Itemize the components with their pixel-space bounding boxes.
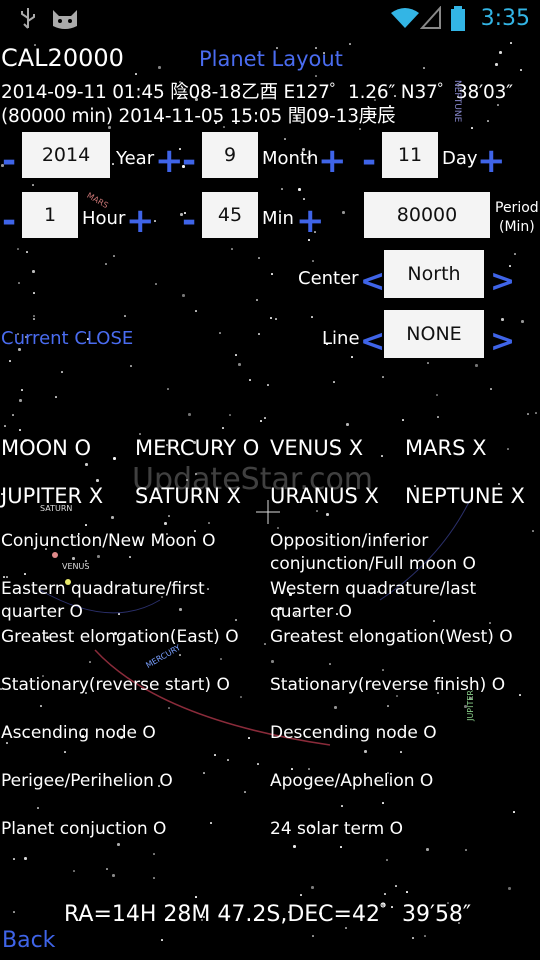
event-toggle-stationary-finish[interactable]: Stationary(reverse finish) O bbox=[270, 674, 532, 697]
event-toggle-apogee[interactable]: Apogee/Aphelion O bbox=[270, 770, 532, 793]
event-toggle-western-quadrature[interactable]: Western quadrature/last quarter O bbox=[270, 578, 532, 624]
signal-icon bbox=[420, 6, 441, 29]
wifi-icon bbox=[391, 8, 419, 28]
min-plus-button[interactable]: + bbox=[296, 204, 325, 238]
min-minus-button[interactable]: - bbox=[182, 204, 196, 238]
hour-label: Hour bbox=[82, 208, 126, 229]
planet-toggle-jupiter[interactable]: JUPITER X bbox=[1, 484, 103, 508]
center-value[interactable]: North bbox=[384, 250, 484, 298]
period-unit-label: (Min) bbox=[499, 219, 535, 235]
event-toggle-opposition[interactable]: Opposition/inferior conjunction/Full moo… bbox=[270, 530, 532, 576]
min-label: Min bbox=[262, 208, 294, 229]
year-field[interactable]: 2014 bbox=[22, 132, 110, 178]
day-label: Day bbox=[442, 148, 478, 169]
current-close-label[interactable]: Current CLOSE bbox=[1, 328, 133, 349]
hour-field[interactable]: 1 bbox=[22, 192, 78, 238]
status-time: 3:35 bbox=[480, 6, 530, 31]
event-toggle-stationary-start[interactable]: Stationary(reverse start) O bbox=[1, 674, 263, 697]
event-toggle-solar-term[interactable]: 24 solar term O bbox=[270, 818, 532, 841]
line-label: Line bbox=[322, 328, 360, 349]
sky-label-neptune: NEPTUNE bbox=[452, 80, 462, 123]
min-field[interactable]: 45 bbox=[202, 192, 258, 238]
status-bar: 3:35 bbox=[0, 0, 540, 38]
year-label: Year bbox=[116, 148, 155, 169]
planet-toggle-neptune[interactable]: NEPTUNE X bbox=[405, 484, 525, 508]
page-subtitle: Planet Layout bbox=[199, 47, 343, 71]
planet-toggle-moon[interactable]: MOON O bbox=[1, 436, 91, 460]
month-field[interactable]: 9 bbox=[202, 132, 258, 178]
planet-toggle-mars[interactable]: MARS X bbox=[405, 436, 486, 460]
event-toggle-descending-node[interactable]: Descending node O bbox=[270, 722, 532, 745]
event-toggle-elongation-west[interactable]: Greatest elongation(West) O bbox=[270, 626, 532, 649]
month-minus-button[interactable]: - bbox=[182, 144, 196, 178]
usb-icon bbox=[21, 8, 35, 29]
event-toggle-eastern-quadrature[interactable]: Eastern quadrature/first quarter O bbox=[1, 578, 263, 624]
sky-label-venus: VENUS bbox=[62, 562, 90, 571]
event-toggle-conjunction[interactable]: Conjunction/New Moon O bbox=[1, 530, 263, 553]
year-plus-button[interactable]: + bbox=[155, 144, 184, 178]
back-button[interactable]: Back bbox=[2, 928, 55, 953]
month-label: Month bbox=[262, 148, 319, 169]
day-field[interactable]: 11 bbox=[382, 132, 438, 178]
planet-toggle-venus[interactable]: VENUS X bbox=[270, 436, 363, 460]
center-next-arrow[interactable]: > bbox=[490, 264, 515, 299]
hour-plus-button[interactable]: + bbox=[126, 204, 155, 238]
center-prev-arrow[interactable]: < bbox=[360, 264, 385, 299]
period-label: Period bbox=[495, 200, 539, 216]
planet-toggle-saturn[interactable]: SATURN X bbox=[135, 484, 241, 508]
line-prev-arrow[interactable]: < bbox=[360, 324, 385, 359]
center-label: Center bbox=[298, 268, 359, 289]
planet-toggle-uranus[interactable]: URANUS X bbox=[270, 484, 379, 508]
info-line-2: (80000 min) 2014-11-05 15:05 閏09-13庚辰 bbox=[1, 106, 396, 127]
event-toggle-perigee[interactable]: Perigee/Perihelion O bbox=[1, 770, 263, 793]
year-minus-button[interactable]: - bbox=[2, 144, 16, 178]
day-minus-button[interactable]: - bbox=[362, 144, 376, 178]
event-toggle-planet-conjunction[interactable]: Planet conjuction O bbox=[1, 818, 263, 841]
event-toggle-ascending-node[interactable]: Ascending node O bbox=[1, 722, 263, 745]
planet-toggle-mercury[interactable]: MERCURY O bbox=[135, 436, 259, 460]
battery-icon bbox=[451, 6, 465, 31]
hour-minus-button[interactable]: - bbox=[2, 204, 16, 238]
info-line-1: 2014-09-11 01:45 陰08-18乙酉 E127゜1.26″ N37… bbox=[1, 82, 513, 103]
line-value[interactable]: NONE bbox=[384, 310, 484, 358]
line-next-arrow[interactable]: > bbox=[490, 324, 515, 359]
cat-icon bbox=[53, 10, 77, 29]
month-plus-button[interactable]: + bbox=[318, 144, 347, 178]
app-title: CAL20000 bbox=[1, 44, 124, 72]
ra-dec-readout: RA=14H 28M 47.2S,DEC=42゜39′58″ bbox=[64, 902, 472, 927]
period-field[interactable]: 80000 bbox=[364, 192, 490, 238]
event-toggle-elongation-east[interactable]: Greatest elongation(East) O bbox=[1, 626, 263, 649]
day-plus-button[interactable]: + bbox=[477, 144, 506, 178]
